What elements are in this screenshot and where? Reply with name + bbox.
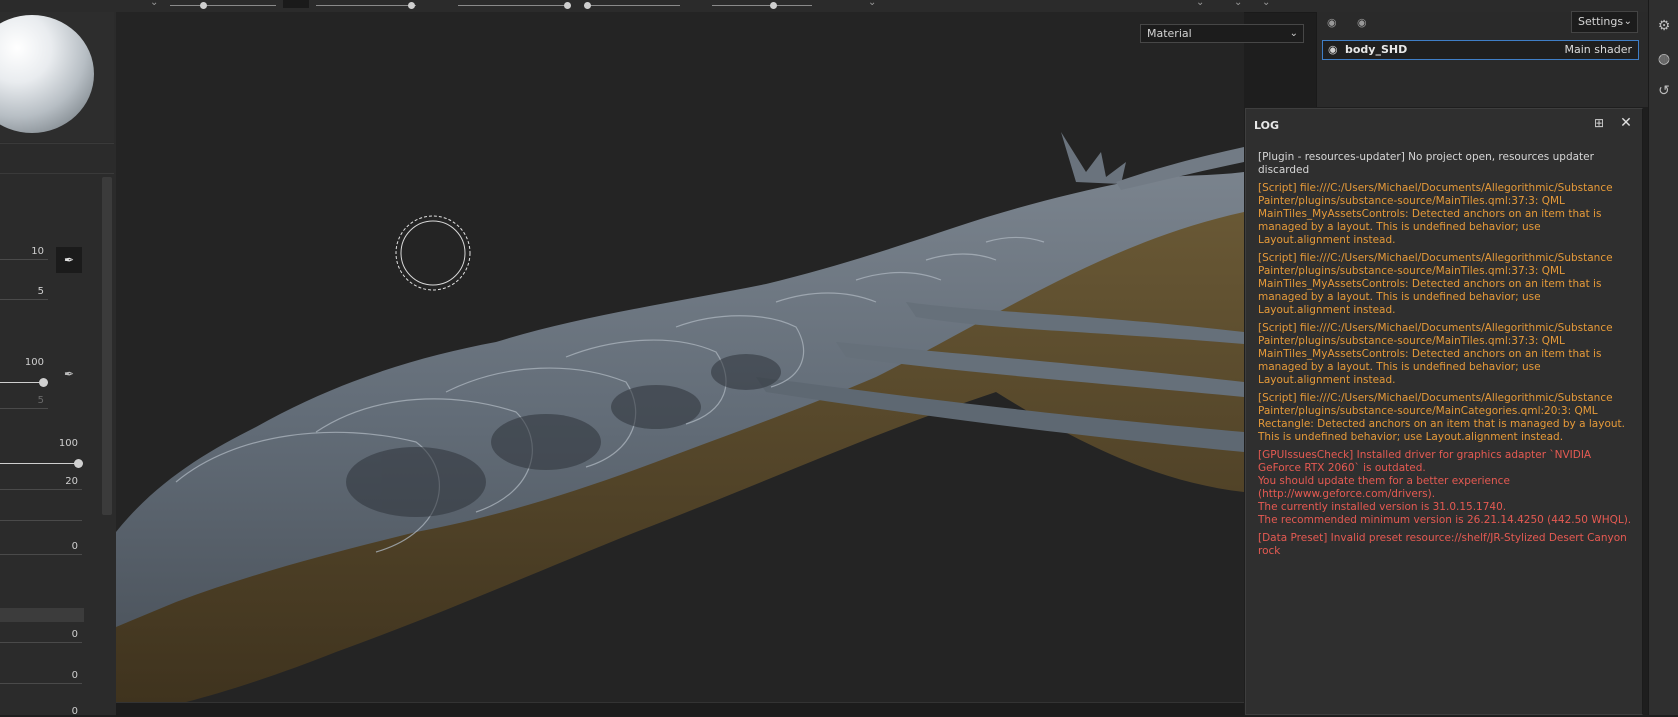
- texture-set-name: body_SHD: [1345, 43, 1408, 56]
- texture-set-shader[interactable]: Main shader: [1565, 43, 1632, 56]
- prop-value[interactable]: 0: [38, 541, 78, 552]
- toolbar-slider-3[interactable]: [458, 2, 571, 9]
- chevron-down-icon[interactable]: ⌄: [1196, 0, 1204, 8]
- history-icon[interactable]: ↺: [1656, 83, 1672, 99]
- chevron-down-icon[interactable]: ⌄: [868, 0, 876, 8]
- close-icon[interactable]: ✕: [1619, 115, 1633, 131]
- chevron-down-icon: ⌄: [1623, 16, 1632, 27]
- toolbar-slider-4[interactable]: [584, 2, 680, 9]
- prop-value[interactable]: 10: [4, 246, 44, 257]
- eye-icon[interactable]: ◉: [1357, 16, 1367, 29]
- toolbar-slider-1[interactable]: [170, 2, 276, 9]
- log-entry: [Plugin - resources-updater] No project …: [1258, 151, 1598, 176]
- pen-icon[interactable]: ✒: [56, 247, 82, 273]
- log-entry: [Script] file:///C:/Users/Michael/Docume…: [1258, 392, 1629, 443]
- prop-value[interactable]: 0: [38, 706, 78, 717]
- chevron-down-icon[interactable]: ⌄: [1262, 0, 1270, 8]
- eye-icon[interactable]: ◉: [1327, 16, 1337, 29]
- log-entry: [Script] file:///C:/Users/Michael/Docume…: [1258, 322, 1616, 386]
- prop-value[interactable]: 20: [38, 476, 78, 487]
- selected-row[interactable]: [0, 608, 84, 622]
- undock-icon[interactable]: ⊞: [1592, 116, 1606, 130]
- prop-value: 5: [37, 395, 44, 406]
- channel-select[interactable]: Material ⌄: [1140, 24, 1304, 43]
- prop-value[interactable]: 100: [4, 357, 44, 368]
- prop-value[interactable]: 5: [4, 286, 44, 297]
- 3d-viewport[interactable]: [116, 12, 1244, 702]
- slider-handle[interactable]: [74, 459, 83, 468]
- chevron-down-icon[interactable]: ⌄: [1234, 0, 1242, 8]
- chevron-down-icon[interactable]: ⌄: [150, 0, 158, 8]
- toolbar-slider-2[interactable]: [316, 2, 416, 9]
- pen-icon[interactable]: ✒: [64, 367, 74, 381]
- settings-button[interactable]: Settings ⌄: [1571, 11, 1638, 33]
- gear-icon[interactable]: ⚙: [1656, 18, 1672, 34]
- prop-value[interactable]: 0: [38, 670, 78, 681]
- log-entry: [GPUIssuesCheck] Installed driver for gr…: [1258, 449, 1632, 526]
- viewport-scrollbar[interactable]: [116, 702, 1244, 716]
- texture-set-row[interactable]: ◉ body_SHD Main shader: [1322, 40, 1639, 60]
- brush-cursor: [395, 215, 471, 291]
- color-swatch[interactable]: [283, 0, 309, 8]
- prop-value[interactable]: 100: [38, 438, 78, 449]
- settings-button-label: Settings: [1578, 15, 1624, 28]
- log-list: [Plugin - resources-updater] No project …: [1258, 151, 1634, 563]
- material-preview: [0, 12, 114, 142]
- log-entry: [Script] file:///C:/Users/Michael/Docume…: [1258, 182, 1616, 246]
- prop-value[interactable]: 0: [38, 629, 78, 640]
- log-title: LOG: [1254, 119, 1279, 132]
- log-window: LOG ⊞ ✕ [Plugin - resources-updater] No …: [1245, 108, 1643, 715]
- eye-icon[interactable]: ◉: [1328, 43, 1338, 56]
- log-entry: [Script] file:///C:/Users/Michael/Docume…: [1258, 252, 1616, 316]
- log-entry: [Data Preset] Invalid preset resource://…: [1258, 532, 1631, 557]
- material-sphere: [0, 15, 94, 133]
- channel-select-value: Material: [1147, 27, 1192, 40]
- right-icon-strip: ⚙ ◍ ↺: [1648, 0, 1678, 715]
- shelf-icon[interactable]: ◍: [1656, 51, 1672, 67]
- properties-scrollbar[interactable]: [102, 177, 112, 515]
- properties-panel: 10 ✒ 5 100 ✒ 5 100 20 0 0 0 0: [0, 12, 116, 717]
- slider-handle[interactable]: [39, 378, 48, 387]
- chevron-down-icon: ⌄: [1289, 28, 1298, 39]
- model-render: [116, 132, 1244, 702]
- toolbar-slider-5[interactable]: [712, 2, 812, 9]
